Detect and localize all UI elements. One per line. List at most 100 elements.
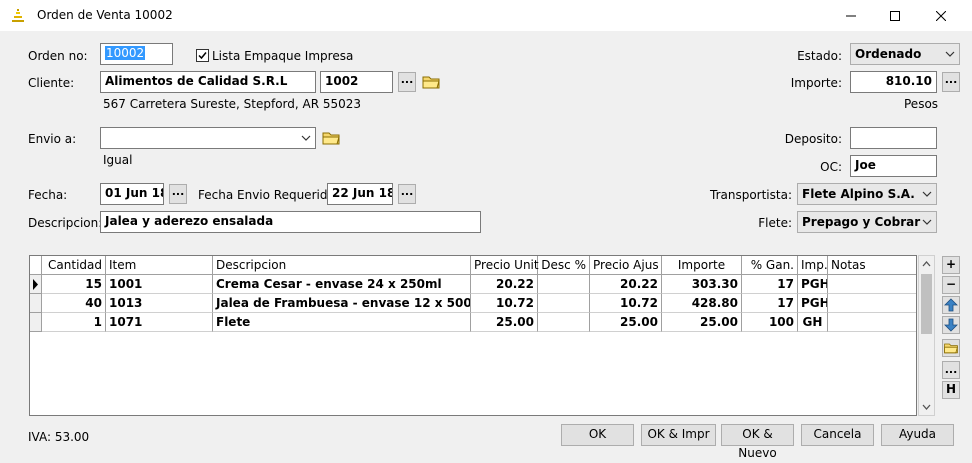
cell-item[interactable]: 1001 bbox=[106, 275, 213, 294]
cell-tax[interactable]: GH bbox=[798, 313, 828, 332]
table-row[interactable]: 40 1013 Jalea de Frambuesa - envase 12 x… bbox=[30, 294, 916, 313]
remove-line-button[interactable]: − bbox=[942, 276, 960, 294]
cell-qty[interactable]: 1 bbox=[42, 313, 106, 332]
row-header-current[interactable] bbox=[30, 275, 42, 294]
order-no-label: Orden no: bbox=[28, 49, 88, 63]
checkmark-icon bbox=[198, 52, 207, 60]
cell-unit-price[interactable]: 20.22 bbox=[471, 275, 538, 294]
order-lines-grid[interactable]: Cantidad Item Descripcion Precio Unit De… bbox=[29, 255, 917, 416]
ok-print-button[interactable]: OK & Impr bbox=[641, 424, 716, 446]
cancel-button[interactable]: Cancela bbox=[801, 424, 874, 446]
carrier-combo[interactable]: Flete Alpino S.A. bbox=[797, 183, 937, 205]
cell-notes[interactable] bbox=[828, 313, 916, 332]
client-address: 567 Carretera Sureste, Stepford, AR 5502… bbox=[103, 97, 362, 111]
client-folder-icon[interactable] bbox=[421, 72, 441, 92]
cell-unit-price[interactable]: 10.72 bbox=[471, 294, 538, 313]
ship-folder-icon[interactable] bbox=[321, 128, 341, 148]
ok-button[interactable]: OK bbox=[561, 424, 634, 446]
freight-value: Prepago y Cobrar bbox=[802, 215, 921, 229]
table-row[interactable]: 1 1071 Flete 25.00 25.00 25.00 100 GH bbox=[30, 313, 916, 332]
row-pointer-icon bbox=[33, 279, 38, 290]
date-field[interactable]: 01 Jun 18 bbox=[100, 183, 164, 205]
cell-margin[interactable]: 17 bbox=[742, 294, 798, 313]
cell-discount[interactable] bbox=[538, 313, 590, 332]
cell-item[interactable]: 1071 bbox=[106, 313, 213, 332]
ok-new-button[interactable]: OK & Nuevo bbox=[721, 424, 794, 460]
cell-tax[interactable]: PGH bbox=[798, 275, 828, 294]
grid-scrollbar[interactable] bbox=[918, 255, 935, 416]
cell-discount[interactable] bbox=[538, 294, 590, 313]
cell-adj-price[interactable]: 25.00 bbox=[590, 313, 662, 332]
scroll-up-icon[interactable] bbox=[919, 257, 934, 271]
line-details-button[interactable]: ... bbox=[942, 361, 960, 379]
client-code-field[interactable]: 1002 bbox=[320, 71, 393, 93]
order-no-field[interactable]: 10002 bbox=[100, 43, 173, 65]
history-button[interactable]: H bbox=[942, 381, 960, 399]
date-label: Fecha: bbox=[28, 188, 68, 202]
currency-label: Pesos bbox=[904, 97, 939, 111]
move-up-button[interactable] bbox=[942, 296, 960, 314]
status-label: Estado: bbox=[797, 49, 842, 63]
col-header-qty[interactable]: Cantidad bbox=[42, 256, 106, 274]
status-combo[interactable]: Ordenado bbox=[850, 43, 960, 65]
cell-unit-price[interactable]: 25.00 bbox=[471, 313, 538, 332]
cell-qty[interactable]: 40 bbox=[42, 294, 106, 313]
cell-notes[interactable] bbox=[828, 275, 916, 294]
move-down-button[interactable] bbox=[942, 316, 960, 334]
cell-amount[interactable]: 428.80 bbox=[662, 294, 742, 313]
table-row[interactable]: 15 1001 Crema Cesar - envase 24 x 250ml … bbox=[30, 275, 916, 294]
maximize-icon bbox=[890, 10, 900, 21]
packing-checkbox[interactable] bbox=[196, 49, 209, 62]
po-field[interactable]: Joe bbox=[850, 155, 937, 177]
cell-adj-price[interactable]: 10.72 bbox=[590, 294, 662, 313]
grid-header: Cantidad Item Descripcion Precio Unit De… bbox=[30, 256, 916, 275]
sales-order-window: Orden de Venta 10002 Orden no: 10002 Lis… bbox=[0, 0, 972, 460]
add-line-button[interactable]: + bbox=[942, 256, 960, 274]
cell-qty[interactable]: 15 bbox=[42, 275, 106, 294]
cell-discount[interactable] bbox=[538, 275, 590, 294]
cell-desc[interactable]: Jalea de Frambuesa - envase 12 x 500ml bbox=[213, 294, 471, 313]
cell-tax[interactable]: PGH bbox=[798, 294, 828, 313]
col-header-notes[interactable]: Notas bbox=[828, 256, 916, 274]
col-header-margin[interactable]: % Gan. bbox=[742, 256, 798, 274]
cell-amount[interactable]: 303.30 bbox=[662, 275, 742, 294]
col-header-desc[interactable]: Descripcion bbox=[213, 256, 471, 274]
cell-notes[interactable] bbox=[828, 294, 916, 313]
client-name-field[interactable]: Alimentos de Calidad S.R.L bbox=[100, 71, 316, 93]
amount-details-button[interactable]: ... bbox=[942, 72, 960, 92]
cell-adj-price[interactable]: 20.22 bbox=[590, 275, 662, 294]
amount-field[interactable]: 810.10 bbox=[850, 71, 937, 93]
row-header[interactable] bbox=[30, 313, 42, 332]
col-header-item[interactable]: Item bbox=[106, 256, 213, 274]
col-header-discount[interactable]: Desc % bbox=[538, 256, 590, 274]
cell-desc[interactable]: Flete bbox=[213, 313, 471, 332]
cell-item[interactable]: 1013 bbox=[106, 294, 213, 313]
req-date-picker-button[interactable]: ... bbox=[398, 184, 416, 204]
col-header-amount[interactable]: Importe bbox=[662, 256, 742, 274]
close-button[interactable] bbox=[918, 0, 964, 31]
row-header[interactable] bbox=[30, 294, 42, 313]
carrier-label: Transportista: bbox=[710, 188, 792, 202]
desc-field[interactable]: Jalea y aderezo ensalada bbox=[100, 211, 481, 233]
minimize-icon bbox=[846, 15, 856, 16]
cell-margin[interactable]: 100 bbox=[742, 313, 798, 332]
scroll-down-icon[interactable] bbox=[919, 400, 934, 414]
minimize-button[interactable] bbox=[828, 0, 874, 31]
cell-margin[interactable]: 17 bbox=[742, 275, 798, 294]
deposit-field[interactable] bbox=[850, 127, 937, 149]
maximize-button[interactable] bbox=[872, 0, 918, 31]
date-picker-button[interactable]: ... bbox=[169, 184, 187, 204]
col-header-tax[interactable]: Imp. bbox=[798, 256, 828, 274]
req-date-field[interactable]: 22 Jun 18 bbox=[327, 183, 393, 205]
ship-combo[interactable] bbox=[100, 127, 316, 149]
col-header-adj-price[interactable]: Precio Ajus bbox=[590, 256, 662, 274]
col-header-unit-price[interactable]: Precio Unit bbox=[471, 256, 539, 274]
line-folder-button[interactable] bbox=[942, 339, 960, 357]
chevron-down-icon bbox=[922, 191, 932, 197]
cell-amount[interactable]: 25.00 bbox=[662, 313, 742, 332]
help-button[interactable]: Ayuda bbox=[881, 424, 954, 446]
freight-combo[interactable]: Prepago y Cobrar bbox=[797, 211, 937, 233]
client-lookup-button[interactable]: ... bbox=[398, 72, 416, 92]
scroll-thumb[interactable] bbox=[921, 274, 932, 334]
cell-desc[interactable]: Crema Cesar - envase 24 x 250ml bbox=[213, 275, 471, 294]
